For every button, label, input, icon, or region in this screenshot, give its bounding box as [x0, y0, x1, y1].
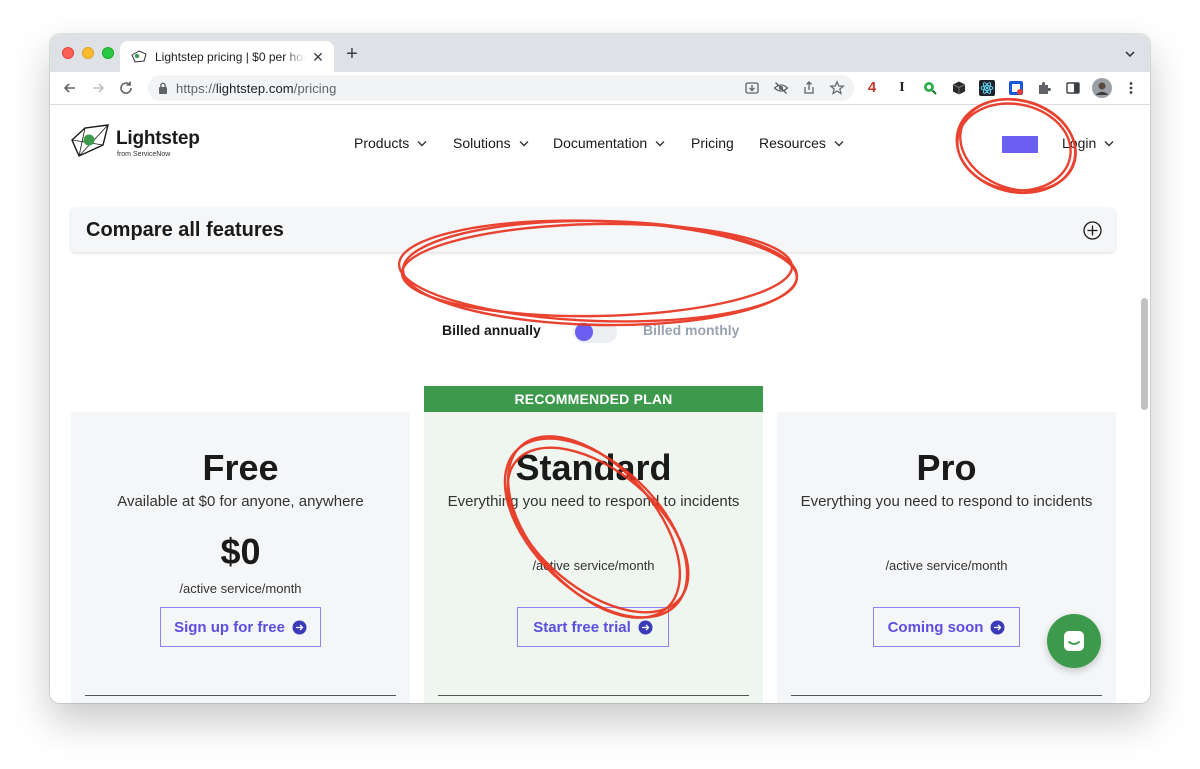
- share-icon[interactable]: [801, 80, 817, 96]
- chat-icon: [1064, 631, 1084, 651]
- chevron-down-icon: [519, 140, 529, 146]
- extension-react-icon[interactable]: [979, 80, 995, 96]
- chevron-down-icon: [417, 140, 427, 146]
- browser-window: Lightstep pricing | $0 per host ✕ + http…: [50, 34, 1150, 703]
- sign-up-button[interactable]: Sign up for free: [160, 607, 321, 647]
- chevron-down-icon: [834, 140, 844, 146]
- nav-solutions[interactable]: Solutions: [453, 135, 529, 151]
- start-free-trial-label: Start free trial: [533, 618, 631, 636]
- nav-pricing[interactable]: Pricing: [691, 135, 734, 151]
- bookmark-star-icon[interactable]: [829, 80, 845, 96]
- page-scrollbar[interactable]: [1141, 298, 1148, 410]
- billed-annually-label[interactable]: Billed annually: [442, 322, 541, 338]
- extension-four-label: 4: [867, 79, 877, 96]
- close-window-button[interactable]: [62, 47, 74, 59]
- extension-green-search-icon[interactable]: [922, 80, 938, 96]
- extension-cube-icon[interactable]: [951, 80, 967, 96]
- compare-features-accordion[interactable]: Compare all features: [71, 208, 1115, 252]
- plan-price-unit: /active service/month: [532, 558, 655, 573]
- back-arrow-icon[interactable]: [62, 80, 78, 96]
- url-scheme: https://: [176, 81, 216, 96]
- chat-launcher-button[interactable]: [1047, 614, 1101, 668]
- compare-features-title: Compare all features: [86, 219, 284, 241]
- page-content: Lightstep from ServiceNow Products Solut…: [50, 106, 1150, 703]
- nav-pricing-label: Pricing: [691, 135, 734, 151]
- card-divider: [85, 695, 396, 696]
- tab-search-chevron-icon[interactable]: [1122, 46, 1138, 62]
- chevron-down-icon: [1104, 140, 1114, 146]
- nav-products[interactable]: Products: [354, 135, 427, 151]
- url-path: /pricing: [293, 81, 337, 96]
- url-host: lightstep.com: [215, 81, 294, 96]
- login-menu[interactable]: Login: [1062, 135, 1114, 151]
- nav-documentation-label: Documentation: [553, 135, 648, 151]
- arrow-right-circle-icon: [990, 620, 1005, 634]
- header-cta-button[interactable]: [1002, 136, 1038, 153]
- install-app-icon[interactable]: [744, 80, 760, 96]
- address-bar[interactable]: https://lightstep.com/pricing: [148, 75, 854, 101]
- start-free-trial-button[interactable]: Start free trial: [517, 607, 669, 647]
- coming-soon-button[interactable]: Coming soon: [873, 607, 1020, 647]
- nav-resources[interactable]: Resources: [759, 135, 844, 151]
- lock-icon[interactable]: [158, 82, 168, 94]
- plan-price-unit: /active service/month: [179, 581, 302, 596]
- arrow-right-circle-icon: [292, 620, 307, 634]
- tab-strip: Lightstep pricing | $0 per host ✕ +: [50, 34, 1150, 72]
- extension-blue-badge-icon[interactable]: [1008, 80, 1024, 96]
- nav-solutions-label: Solutions: [453, 135, 511, 151]
- tab-close-icon[interactable]: ✕: [310, 49, 326, 65]
- login-label: Login: [1062, 135, 1097, 151]
- tracking-off-eye-icon[interactable]: [773, 80, 789, 96]
- side-panel-icon[interactable]: [1065, 80, 1081, 96]
- extension-four-icon[interactable]: 4: [864, 80, 880, 96]
- extensions-puzzle-icon[interactable]: [1036, 80, 1052, 96]
- browser-menu-icon[interactable]: [1123, 80, 1139, 96]
- chevron-down-icon: [655, 140, 665, 146]
- nav-products-label: Products: [354, 135, 410, 151]
- plan-description: Everything you need to respond to incide…: [800, 493, 1093, 510]
- lightstep-logo[interactable]: Lightstep from ServiceNow: [70, 124, 200, 164]
- nav-resources-label: Resources: [759, 135, 826, 151]
- plan-card-standard: Standard Everything you need to respond …: [424, 412, 763, 703]
- browser-tab-active[interactable]: Lightstep pricing | $0 per host ✕: [120, 41, 334, 72]
- minimize-window-button[interactable]: [82, 47, 94, 59]
- window-controls: [62, 47, 114, 59]
- url-text[interactable]: https://lightstep.com/pricing: [176, 81, 336, 96]
- extension-i-icon[interactable]: I: [894, 80, 910, 96]
- logo-wordmark: Lightstep: [116, 128, 200, 149]
- plan-name: Pro: [916, 447, 977, 488]
- tab-title: Lightstep pricing | $0 per host: [155, 49, 306, 64]
- reload-icon[interactable]: [118, 80, 134, 96]
- zoom-window-button[interactable]: [102, 47, 114, 59]
- lightstep-favicon-icon: [131, 49, 147, 63]
- arrow-right-circle-icon: [638, 620, 653, 634]
- new-tab-button[interactable]: +: [342, 44, 362, 64]
- logo-subtitle: from ServiceNow: [117, 151, 171, 158]
- browser-toolbar: https://lightstep.com/pricing 4 I: [50, 72, 1150, 105]
- profile-avatar[interactable]: [1092, 78, 1112, 98]
- plan-name: Standard: [515, 447, 672, 488]
- sign-up-button-label: Sign up for free: [174, 618, 285, 636]
- card-divider: [791, 695, 1102, 696]
- plan-name: Free: [202, 447, 279, 488]
- extension-i-label: I: [899, 80, 905, 95]
- coming-soon-label: Coming soon: [887, 618, 984, 636]
- plan-description: Everything you need to respond to incide…: [447, 493, 740, 510]
- plan-description: Available at $0 for anyone, anywhere: [117, 493, 364, 510]
- plan-price-unit: /active service/month: [885, 558, 1008, 573]
- card-divider: [438, 695, 749, 696]
- plan-price: $0: [220, 531, 261, 572]
- lightstep-logo-icon: [71, 124, 109, 157]
- forward-arrow-icon[interactable]: [90, 80, 106, 96]
- recommended-plan-banner: RECOMMENDED PLAN: [424, 386, 763, 412]
- billing-toggle-knob: [575, 323, 593, 341]
- billed-monthly-label[interactable]: Billed monthly: [643, 322, 739, 338]
- expand-plus-icon[interactable]: [1083, 221, 1102, 240]
- plan-card-free: Free Available at $0 for anyone, anywher…: [71, 412, 410, 703]
- nav-documentation[interactable]: Documentation: [553, 135, 665, 151]
- billing-toggle[interactable]: [573, 321, 617, 343]
